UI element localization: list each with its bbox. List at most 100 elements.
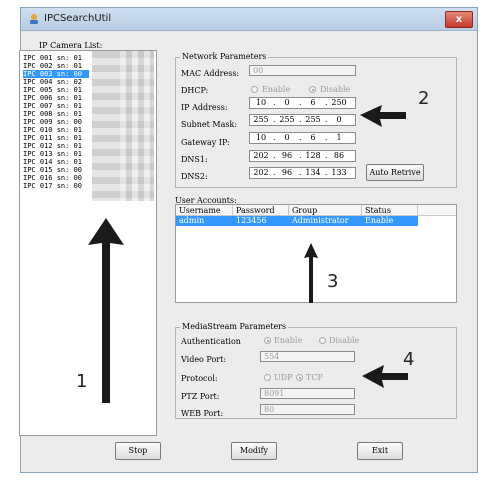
exit-button[interactable]: Exit xyxy=(357,442,403,460)
ip-separator: . xyxy=(299,133,302,142)
auth-enable-radio[interactable] xyxy=(264,337,271,344)
ip-octet[interactable]: 134 xyxy=(304,168,322,178)
camera-list-item[interactable]: IPC 002 sn: 01 xyxy=(23,62,82,70)
dns1-field[interactable]: 202. 96. 128. 86 xyxy=(249,150,356,162)
dhcp-label: DHCP: xyxy=(181,86,209,95)
protocol-tcp-label: TCP xyxy=(306,373,323,382)
ip-separator: . xyxy=(299,168,302,177)
ip-octet[interactable]: 0 xyxy=(330,115,348,125)
auth-enable-label: Enable xyxy=(274,336,303,345)
ip-octet[interactable]: 202 xyxy=(252,151,270,161)
camera-list-item[interactable]: IPC 017 sn: 00 xyxy=(23,182,82,190)
ip-separator: . xyxy=(325,115,328,124)
protocol-label: Protocol: xyxy=(181,374,218,383)
dhcp-disable-label: Disable xyxy=(320,85,351,94)
auth-disable-label: Disable xyxy=(329,336,360,345)
ip-octet[interactable]: 255 xyxy=(278,115,296,125)
camera-list-item[interactable]: IPC 008 sn: 01 xyxy=(23,110,82,118)
ip-octet[interactable]: 0 xyxy=(278,133,296,143)
mac-address-field[interactable]: 00 xyxy=(249,65,356,76)
title-bar: IPCSearchUtil x xyxy=(21,8,477,31)
ip-octet[interactable]: 128 xyxy=(304,151,322,161)
table-row-username[interactable]: admin xyxy=(176,216,233,226)
camera-list-item[interactable]: IPC 012 sn: 01 xyxy=(23,142,82,150)
ip-separator: . xyxy=(325,151,328,160)
video-port-field[interactable]: 554 xyxy=(260,351,355,362)
annotation-label-2: 2 xyxy=(418,88,430,109)
camera-list-item[interactable]: IPC 005 sn: 01 xyxy=(23,86,82,94)
ip-octet[interactable]: 6 xyxy=(304,98,322,108)
web-port-field[interactable]: 80 xyxy=(260,404,355,415)
video-port-label: Video Port: xyxy=(181,355,227,364)
ip-separator: . xyxy=(325,168,328,177)
ip-octet[interactable]: 86 xyxy=(330,151,348,161)
ip-octet[interactable]: 0 xyxy=(278,98,296,108)
ip-separator: . xyxy=(299,115,302,124)
ip-octet[interactable]: 96 xyxy=(278,151,296,161)
dns2-label: DNS2: xyxy=(181,172,208,181)
auto-retrive-button[interactable]: Auto Retrive xyxy=(366,164,424,181)
stop-button[interactable]: Stop xyxy=(115,442,161,460)
camera-list-item[interactable]: IPC 011 sn: 01 xyxy=(23,134,82,142)
column-filler xyxy=(418,205,456,216)
dns2-field[interactable]: 202. 96. 134. 133 xyxy=(249,167,356,179)
table-row-group[interactable]: Administrator xyxy=(289,216,362,226)
annotation-label-1: 1 xyxy=(76,371,88,392)
ip-octet[interactable]: 255 xyxy=(304,115,322,125)
ip-separator: . xyxy=(325,133,328,142)
ip-address-field[interactable]: 10. 0. 6. 250 xyxy=(249,97,356,109)
ip-octet[interactable]: 133 xyxy=(330,168,348,178)
ip-octet[interactable]: 10 xyxy=(252,133,270,143)
ip-separator: . xyxy=(273,151,276,160)
camera-list-item[interactable]: IPC 006 sn: 01 xyxy=(23,94,82,102)
table-row-password[interactable]: 123456 xyxy=(233,216,289,226)
authentication-label: Authentication xyxy=(181,337,241,346)
column-group[interactable]: Group xyxy=(289,205,362,216)
camera-list-item[interactable]: IPC 016 sn: 00 xyxy=(23,174,82,182)
gateway-ip-label: Gateway IP: xyxy=(181,138,230,147)
dhcp-enable-label: Enable xyxy=(262,85,291,94)
camera-list-item[interactable]: IPC 015 sn: 00 xyxy=(23,166,82,174)
gateway-ip-field[interactable]: 10. 0. 6. 1 xyxy=(249,132,356,144)
web-port-label: WEB Port: xyxy=(181,409,224,418)
ip-octet[interactable]: 6 xyxy=(304,133,322,143)
camera-list-item[interactable]: IPC 009 sn: 00 xyxy=(23,118,82,126)
ip-separator: . xyxy=(325,98,328,107)
camera-list-item[interactable]: IPC 013 sn: 01 xyxy=(23,150,82,158)
camera-list-item[interactable]: IPC 001 sn: 01 xyxy=(23,54,82,62)
column-password[interactable]: Password xyxy=(233,205,289,216)
close-button[interactable]: x xyxy=(445,11,473,28)
ip-separator: . xyxy=(299,151,302,160)
ip-separator: . xyxy=(273,115,276,124)
modify-button[interactable]: Modify xyxy=(231,442,277,460)
dhcp-disable-radio[interactable] xyxy=(309,86,316,93)
camera-list-item[interactable]: IPC 007 sn: 01 xyxy=(23,102,82,110)
ip-octet[interactable]: 1 xyxy=(330,133,348,143)
auth-disable-radio[interactable] xyxy=(319,337,326,344)
table-row-status[interactable]: Enable xyxy=(362,216,418,226)
network-parameters-title: Network Parameters xyxy=(180,52,269,61)
dhcp-enable-radio[interactable] xyxy=(251,86,258,93)
camera-list-item[interactable]: IPC 003 sn: 00 xyxy=(23,70,89,78)
camera-list-item[interactable]: IPC 014 sn: 01 xyxy=(23,158,82,166)
column-username[interactable]: Username xyxy=(176,205,233,216)
protocol-udp-radio[interactable] xyxy=(264,374,271,381)
ip-separator: . xyxy=(299,98,302,107)
camera-list-item[interactable]: IPC 004 sn: 02 xyxy=(23,78,82,86)
ip-octet[interactable]: 96 xyxy=(278,168,296,178)
camera-list-item[interactable]: IPC 010 sn: 01 xyxy=(23,126,82,134)
ip-octet[interactable]: 10 xyxy=(252,98,270,108)
dns1-label: DNS1: xyxy=(181,155,208,164)
subnet-mask-field[interactable]: 255. 255. 255. 0 xyxy=(249,114,356,126)
protocol-udp-label: UDP xyxy=(274,373,293,382)
protocol-tcp-radio[interactable] xyxy=(296,374,303,381)
ip-octet[interactable]: 250 xyxy=(330,98,348,108)
ip-octet[interactable]: 255 xyxy=(252,115,270,125)
ptz-port-label: PTZ Port: xyxy=(181,392,220,401)
app-icon xyxy=(30,14,38,24)
column-status[interactable]: Status xyxy=(362,205,418,216)
ip-octet[interactable]: 202 xyxy=(252,168,270,178)
camera-list-label: IP Camera List: xyxy=(39,41,103,50)
annotation-arrow-2 xyxy=(360,105,406,127)
ptz-port-field[interactable]: 8091 xyxy=(260,388,355,399)
